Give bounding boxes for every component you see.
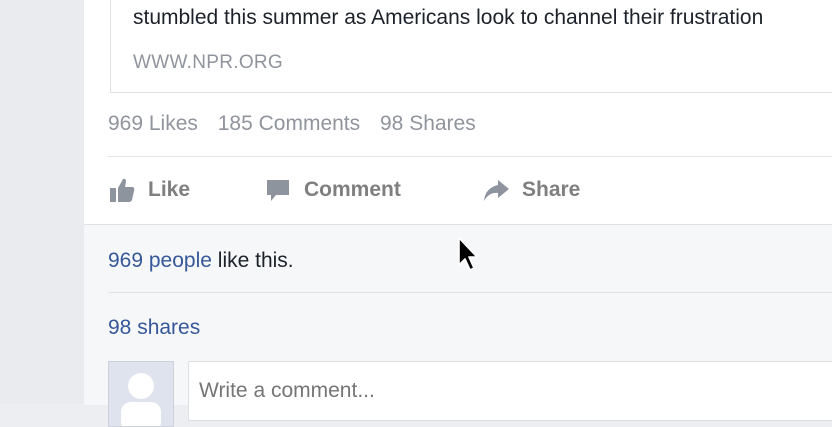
preview-domain[interactable]: WWW.NPR.ORG <box>133 52 283 74</box>
shares-summary: 98 shares <box>108 316 200 340</box>
share-label: Share <box>522 178 581 201</box>
comment-input[interactable] <box>188 361 832 421</box>
preview-description[interactable]: stumbled this summer as Americans look t… <box>133 6 763 30</box>
share-icon <box>484 180 509 201</box>
shares-count[interactable]: 98 Shares <box>380 112 476 135</box>
divider <box>108 156 832 157</box>
link-preview[interactable]: stumbled this summer as Americans look t… <box>110 0 832 93</box>
comment-icon <box>267 180 289 201</box>
likes-summary: 969 people like this. <box>108 249 294 273</box>
avatar <box>108 361 174 427</box>
divider <box>108 292 832 293</box>
like-button[interactable]: Like <box>108 170 190 210</box>
likes-summary-text: like this. <box>211 249 294 272</box>
post-stats: 969 Likes 185 Comments 98 Shares <box>108 112 490 136</box>
mouse-cursor-icon <box>458 237 478 271</box>
thumbs-up-icon <box>110 178 135 202</box>
share-button[interactable]: Share <box>482 170 580 210</box>
avatar-silhouette-icon <box>121 373 161 426</box>
people-who-liked-link[interactable]: 969 people <box>108 249 212 272</box>
page-margin <box>0 0 84 404</box>
post-card: stumbled this summer as Americans look t… <box>84 0 832 427</box>
like-label: Like <box>148 178 191 201</box>
action-bar: Like Comment Share <box>108 170 832 210</box>
comments-count[interactable]: 185 Comments <box>218 112 360 135</box>
comment-label: Comment <box>304 178 401 201</box>
comment-button[interactable]: Comment <box>264 170 401 210</box>
likes-count[interactable]: 969 Likes <box>108 112 198 135</box>
shares-link[interactable]: 98 shares <box>108 316 200 339</box>
